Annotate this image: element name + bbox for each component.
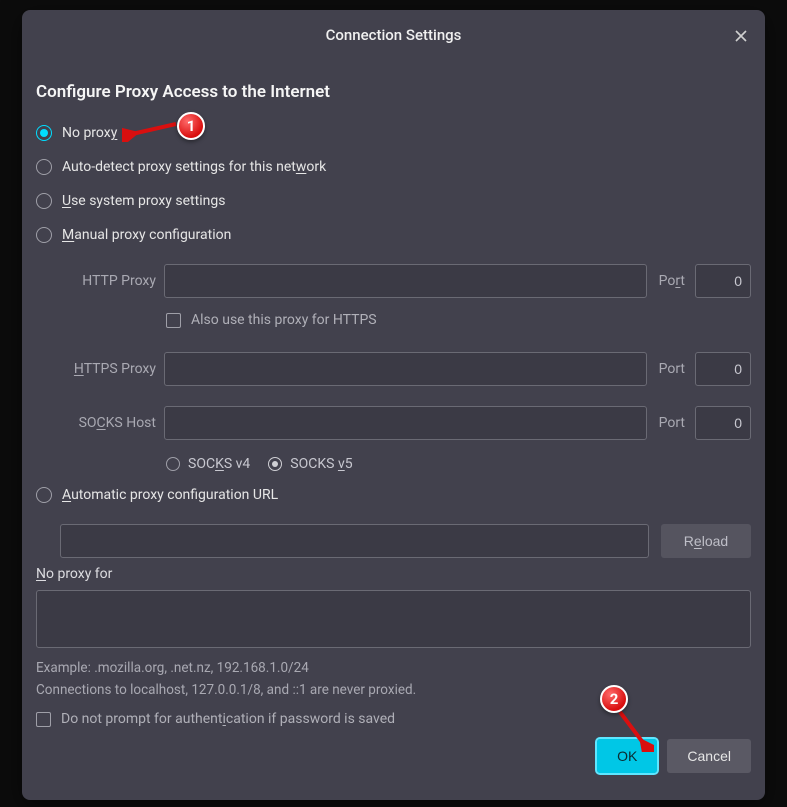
port-label: Port: [655, 415, 687, 431]
radio-label: No proxy: [62, 125, 117, 141]
radio-icon: [36, 159, 52, 175]
radio-auto-detect[interactable]: Auto-detect proxy settings for this netw…: [36, 150, 751, 184]
radio-socks-v4[interactable]: SOCKS v4: [166, 456, 250, 472]
radio-label: Automatic proxy configuration URL: [62, 487, 278, 503]
no-proxy-for-textarea[interactable]: [36, 590, 751, 648]
radio-icon: [36, 193, 52, 209]
https-port-input[interactable]: [695, 352, 751, 386]
no-proxy-for-label: No proxy for: [36, 566, 751, 582]
close-icon: [734, 29, 748, 43]
https-proxy-row: HTTPS Proxy Port: [60, 352, 751, 386]
http-proxy-row: HTTP Proxy Port: [60, 264, 751, 298]
radio-label: Use system proxy settings: [62, 193, 225, 209]
https-proxy-label: HTTPS Proxy: [60, 361, 156, 377]
example-hint: Example: .mozilla.org, .net.nz, 192.168.…: [36, 658, 751, 680]
radio-system-proxy[interactable]: Use system proxy settings: [36, 184, 751, 218]
radio-icon: [36, 487, 52, 503]
annotation-badge-2: 2: [600, 685, 628, 713]
port-label: Port: [655, 273, 687, 289]
dialog-header: Connection Settings: [22, 10, 765, 60]
radio-label: SOCKS v4: [188, 456, 250, 472]
socks-host-row: SOCKS Host Port: [60, 406, 751, 440]
annotation-badge-1: 1: [177, 112, 205, 140]
socks-host-label: SOCKS Host: [60, 415, 156, 431]
cancel-button[interactable]: Cancel: [667, 739, 751, 773]
http-port-input[interactable]: [695, 264, 751, 298]
manual-config-block: HTTP Proxy Port Also use this proxy for …: [36, 264, 751, 478]
checkbox-icon: [166, 313, 181, 328]
localhost-hint: Connections to localhost, 127.0.0.1/8, a…: [36, 680, 751, 702]
port-label: Port: [655, 361, 687, 377]
https-proxy-input[interactable]: [164, 352, 647, 386]
dialog-body: Configure Proxy Access to the Internet N…: [22, 60, 765, 728]
radio-icon: [36, 227, 52, 243]
radio-icon: [36, 125, 52, 141]
radio-icon: [166, 457, 180, 471]
radio-label: Auto-detect proxy settings for this netw…: [62, 159, 326, 175]
radio-label: Manual proxy configuration: [62, 227, 231, 243]
radio-label: SOCKS v5: [290, 456, 352, 472]
checkbox-icon: [36, 712, 51, 727]
radio-manual-proxy[interactable]: Manual proxy configuration: [36, 218, 751, 252]
section-heading: Configure Proxy Access to the Internet: [36, 82, 751, 102]
checkbox-label: Do not prompt for authentication if pass…: [61, 711, 395, 727]
radio-pac-url[interactable]: Automatic proxy configuration URL: [36, 478, 751, 512]
pac-url-row: Reload: [60, 524, 751, 558]
http-proxy-input[interactable]: [164, 264, 647, 298]
checkbox-label: Also use this proxy for HTTPS: [191, 312, 377, 328]
socks-version-row: SOCKS v4 SOCKS v5: [166, 446, 751, 478]
socks-host-input[interactable]: [164, 406, 647, 440]
reload-button[interactable]: Reload: [661, 524, 751, 558]
annotation-arrow-2: [614, 708, 654, 752]
pac-url-input[interactable]: [60, 524, 649, 558]
http-proxy-label: HTTP Proxy: [60, 273, 156, 289]
radio-socks-v5[interactable]: SOCKS v5: [268, 456, 352, 472]
radio-icon: [268, 457, 282, 471]
socks-port-input[interactable]: [695, 406, 751, 440]
also-use-https-row[interactable]: Also use this proxy for HTTPS: [166, 304, 751, 332]
dialog-title: Connection Settings: [326, 26, 462, 44]
close-button[interactable]: [727, 22, 755, 50]
annotation-arrow-1: [122, 118, 180, 142]
